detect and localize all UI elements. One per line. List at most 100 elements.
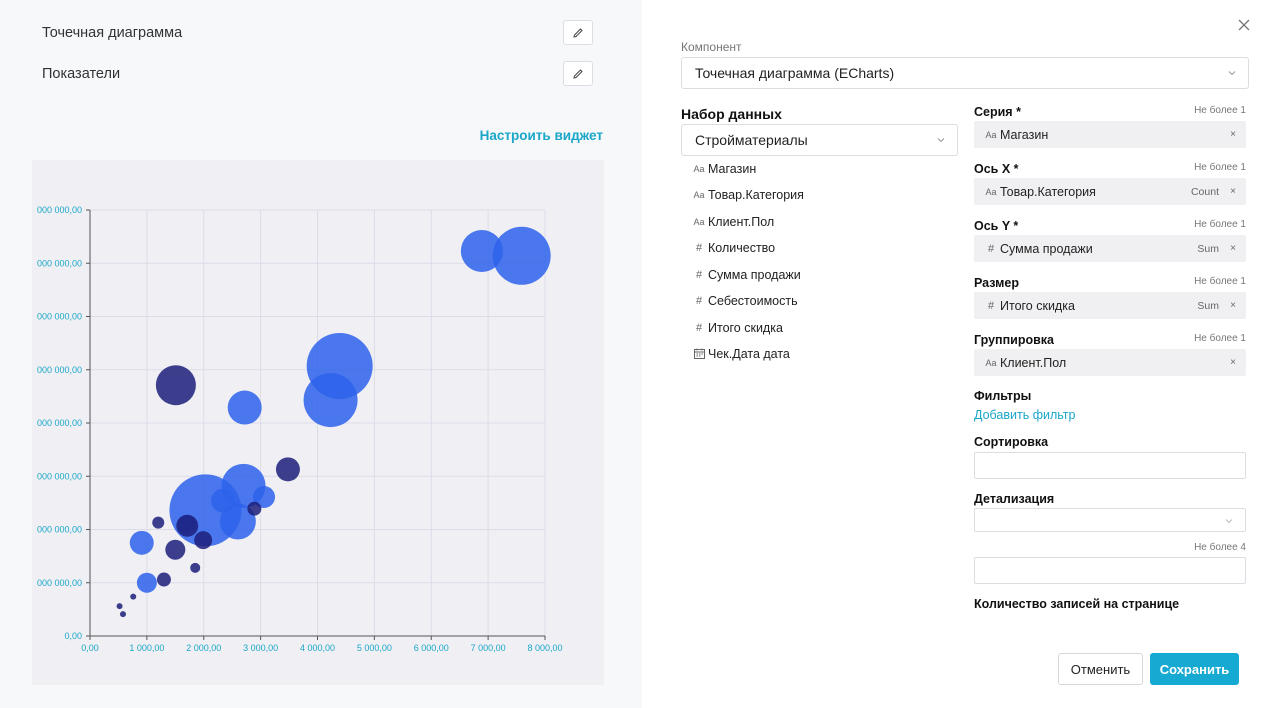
chip-label: Итого скидка <box>1000 298 1075 313</box>
field-item[interactable]: # Сумма продажи <box>692 268 801 282</box>
field-label: Магазин <box>708 162 757 176</box>
chip-label: Сумма продажи <box>1000 241 1093 256</box>
close-icon[interactable] <box>1237 18 1251 32</box>
grouping-limit: Не более 1 <box>1194 333 1246 344</box>
x-tick-label: 0,00 <box>81 643 99 653</box>
x-axis-limit: Не более 1 <box>1194 162 1246 173</box>
y-axis-label: Ось Y * <box>974 219 1019 233</box>
y-tick-label: 0,00 <box>64 631 82 641</box>
drilldown-dropzone[interactable] <box>974 557 1246 584</box>
chevron-down-icon <box>1228 71 1236 76</box>
remove-icon[interactable]: × <box>1230 186 1236 197</box>
scatter-point <box>190 562 201 573</box>
scatter-point <box>303 373 358 428</box>
size-label: Размер <box>974 276 1020 290</box>
component-select-value: Точечная диаграмма (ECharts) <box>695 65 895 81</box>
remove-icon[interactable]: × <box>1230 129 1236 140</box>
x-tick-label: 3 000,00 <box>243 643 278 653</box>
text-type-icon: Aa <box>985 357 997 368</box>
scatter-point <box>156 572 171 587</box>
scatter-chart-svg: 0,00 1 000,00 2 000,00 3 000,00 4 000,00 5 00… <box>37 205 563 653</box>
y-axis-limit: Не более 1 <box>1194 219 1246 230</box>
x-tick-label: 2 000,00 <box>186 643 221 653</box>
remove-icon[interactable]: × <box>1230 300 1236 311</box>
aggregation-label[interactable]: Count <box>1191 186 1219 198</box>
dataset-select[interactable]: Стройматериалы <box>681 124 958 156</box>
y-tick-label: 000 000,00 <box>37 525 82 535</box>
scatter-point <box>116 603 123 610</box>
scatter-point <box>194 531 213 550</box>
dataset-title: Набор данных <box>681 106 782 122</box>
field-item[interactable]: Aa Клиент.Пол <box>692 215 774 229</box>
y-tick-label: 000 000,00 <box>37 258 82 268</box>
field-label: Количество <box>708 241 776 255</box>
field-item[interactable]: # Количество <box>692 241 775 255</box>
field-label: Чек.Дата дата <box>708 347 790 361</box>
sorting-dropzone[interactable] <box>974 452 1246 479</box>
field-item[interactable]: Aa Магазин <box>692 162 756 176</box>
x-tick-label: 4 000,00 <box>300 643 335 653</box>
size-chip[interactable]: # Итого скидка Sum × <box>974 292 1246 319</box>
drilldown-label: Детализация <box>974 492 1055 506</box>
text-type-icon: Aa <box>693 164 705 174</box>
scatter-point <box>155 365 196 406</box>
size-limit: Не более 1 <box>1194 276 1246 287</box>
scatter-point <box>136 572 157 593</box>
chip-label: Клиент.Пол <box>1000 355 1067 370</box>
component-select[interactable]: Точечная диаграмма (ECharts) <box>681 57 1249 89</box>
field-item[interactable]: Чек.Дата дата <box>692 347 790 361</box>
scatter-point <box>130 593 137 600</box>
y-tick-label: 000 000,00 <box>37 418 82 428</box>
grouping-label: Группировка <box>974 333 1054 347</box>
scatter-point <box>152 516 165 529</box>
grouping-chip[interactable]: Aa Клиент.Пол × <box>974 349 1246 376</box>
chevron-down-icon <box>937 138 945 143</box>
sorting-label: Сортировка <box>974 435 1049 449</box>
scatter-point <box>247 501 262 516</box>
chip-label: Магазин <box>1000 127 1049 142</box>
field-item[interactable]: # Итого скидка <box>692 321 783 335</box>
indicators-label: Показатели <box>42 66 121 82</box>
scatter-point <box>129 530 154 555</box>
add-filter-link[interactable]: Добавить фильтр <box>974 408 1076 422</box>
edit-indicators-button[interactable] <box>563 61 593 86</box>
text-type-icon: Aa <box>985 186 997 197</box>
component-label: Компонент <box>681 40 742 54</box>
series-label: Серия * <box>974 105 1021 119</box>
cancel-button[interactable]: Отменить <box>1058 653 1143 685</box>
x-tick-label: 1 000,00 <box>129 643 164 653</box>
field-label: Клиент.Пол <box>708 215 775 229</box>
save-button[interactable]: Сохранить <box>1150 653 1239 685</box>
x-axis-chip[interactable]: Aa Товар.Категория Count × <box>974 178 1246 205</box>
x-axis-label: Ось X * <box>974 162 1019 176</box>
chevron-down-icon <box>1225 519 1233 524</box>
aggregation-label[interactable]: Sum <box>1197 300 1219 312</box>
drilldown-select[interactable] <box>974 508 1246 532</box>
number-type-icon: # <box>695 322 703 334</box>
edit-widget-type-button[interactable] <box>563 20 593 45</box>
scatter-chart: 0,00 1 000,00 2 000,00 3 000,00 4 000,00 5 00… <box>32 160 604 685</box>
y-tick-label: 000 000,00 <box>37 471 82 481</box>
scatter-point <box>275 457 300 482</box>
remove-icon[interactable]: × <box>1230 243 1236 254</box>
series-limit: Не более 1 <box>1194 105 1246 116</box>
number-type-icon: # <box>695 242 703 254</box>
pencil-icon <box>573 68 583 79</box>
dataset-select-value: Стройматериалы <box>695 132 808 148</box>
number-type-icon: # <box>987 299 995 312</box>
scatter-point <box>176 514 199 537</box>
field-item[interactable]: Aa Товар.Категория <box>692 188 803 202</box>
configure-widget-link[interactable]: Настроить виджет <box>480 128 603 143</box>
y-tick-label: 000 000,00 <box>37 578 82 588</box>
y-axis-chip[interactable]: # Сумма продажи Sum × <box>974 235 1246 262</box>
scatter-point <box>165 539 186 560</box>
series-chip[interactable]: Aa Магазин × <box>974 121 1246 148</box>
text-type-icon: Aa <box>693 217 705 227</box>
remove-icon[interactable]: × <box>1230 357 1236 368</box>
x-tick-label: 5 000,00 <box>357 643 392 653</box>
number-type-icon: # <box>695 295 703 307</box>
field-item[interactable]: # Себестоимость <box>692 294 798 308</box>
aggregation-label[interactable]: Sum <box>1197 243 1219 255</box>
x-tick-label: 7 000,00 <box>471 643 506 653</box>
widget-type-label: Точечная диаграмма <box>42 25 183 41</box>
